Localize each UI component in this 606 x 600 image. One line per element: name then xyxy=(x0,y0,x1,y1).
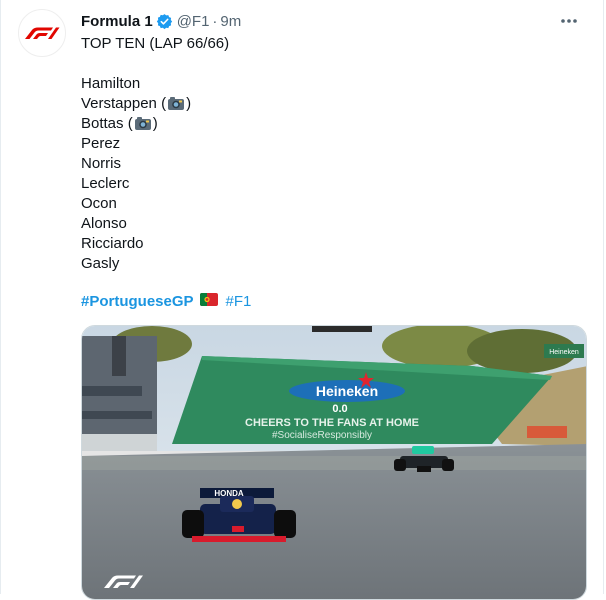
tweet-text: TOP TEN (LAP 66/66) Hamilton Verstappen … xyxy=(81,34,581,274)
driver-name: Gasly xyxy=(81,255,120,272)
driver-name: Norris xyxy=(81,155,121,172)
tweet-media-photo[interactable]: Heineken 0.0 CHEERS TO THE FANS AT HOME … xyxy=(81,325,587,600)
race-photo: Heineken 0.0 CHEERS TO THE FANS AT HOME … xyxy=(82,326,586,599)
verified-badge-icon xyxy=(156,13,173,30)
f1-logo-icon xyxy=(25,27,60,39)
driver-line: Ocon xyxy=(81,194,581,214)
banner-text-2: #SocialiseResponsibly xyxy=(272,430,372,441)
driver-line: Gasly xyxy=(81,254,581,274)
avatar[interactable] xyxy=(18,9,66,57)
driver-line: Verstappen () xyxy=(81,94,581,114)
tweet-header: Formula 1 @F1 · 9m xyxy=(81,10,587,32)
hashtag-f1-link[interactable]: #F1 xyxy=(226,292,252,312)
driver-line: Norris xyxy=(81,154,581,174)
driver-line: Perez xyxy=(81,134,581,154)
driver-line: Leclerc xyxy=(81,174,581,194)
tweet-card[interactable]: Formula 1 @F1 · 9m TOP TEN (LAP 66/66) H… xyxy=(0,0,604,600)
driver-name: Verstappen xyxy=(81,95,157,112)
separator-dot: · xyxy=(212,12,218,30)
hashtag-row: #PortugueseGP #F1 xyxy=(81,292,251,312)
timestamp[interactable]: 9m xyxy=(220,13,241,30)
driver-line: Alonso xyxy=(81,214,581,234)
driver-name: Leclerc xyxy=(81,175,130,192)
camera-emoji-icon xyxy=(167,96,185,117)
driver-name: Bottas xyxy=(81,115,124,132)
trackside-signage: Heineken xyxy=(549,349,579,356)
account-name[interactable]: Formula 1 xyxy=(81,13,153,30)
driver-line: Ricciardo xyxy=(81,234,581,254)
tweet-headline: TOP TEN (LAP 66/66) xyxy=(81,35,230,52)
driver-name: Alonso xyxy=(81,215,127,232)
driver-name: Ricciardo xyxy=(81,235,144,252)
hashtag-portuguesegp-link[interactable]: #PortugueseGP xyxy=(81,292,194,312)
camera-emoji-icon xyxy=(134,116,152,137)
account-handle[interactable]: @F1 xyxy=(177,13,210,30)
portugal-flag-emoji-icon xyxy=(199,292,218,312)
banner-brand-sub: 0.0 xyxy=(332,403,347,415)
driver-name: Perez xyxy=(81,135,121,152)
driver-line: Hamilton xyxy=(81,74,581,94)
driver-name: Hamilton xyxy=(81,75,141,92)
driver-line: Bottas () xyxy=(81,114,581,134)
driver-name: Ocon xyxy=(81,195,117,212)
more-options-button[interactable] xyxy=(555,10,583,32)
banner-text-1: CHEERS TO THE FANS AT HOME xyxy=(245,417,419,429)
more-horizontal-icon xyxy=(561,19,577,23)
